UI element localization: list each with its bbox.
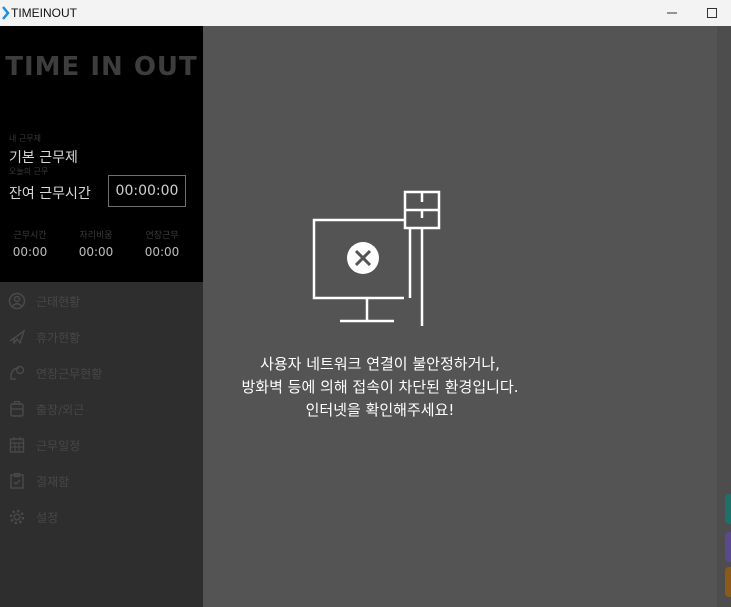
error-line-1: 사용자 네트워크 연결이 불안정하거나, bbox=[260, 355, 500, 373]
sidebar-status-panel: TIME IN OUT 내 근무제 기본 근무제 오늘의 근무 잔여 근무시간 … bbox=[0, 26, 203, 282]
stat-value-away: 00:00 bbox=[78, 245, 114, 259]
maximize-button[interactable] bbox=[692, 0, 731, 26]
side-tab-teal[interactable] bbox=[725, 494, 731, 524]
error-line-2: 방화벽 등에 의해 접속이 차단된 환경입니다. bbox=[241, 378, 519, 396]
minimize-icon bbox=[667, 12, 677, 14]
app-icon bbox=[2, 6, 10, 20]
stat-label-work-time: 근무시간 bbox=[13, 231, 47, 241]
suitcase-icon bbox=[8, 400, 26, 418]
today-work-label: 오늘의 근무 bbox=[9, 167, 49, 176]
work-schedule-value: 기본 근무제 bbox=[9, 150, 78, 166]
menu-item-vacation[interactable]: 휴가현황 bbox=[0, 323, 203, 351]
side-tab-purple[interactable] bbox=[725, 532, 731, 562]
error-line-3: 인터넷을 확인해주세요! bbox=[305, 401, 455, 419]
menu-item-business-trip[interactable]: 출장/외근 bbox=[0, 395, 203, 423]
stat-value-overtime: 00:00 bbox=[144, 245, 180, 259]
gear-icon bbox=[8, 508, 26, 526]
remaining-time-label: 잔여 근무시간 bbox=[9, 186, 91, 202]
menu-item-attendance[interactable]: 근태현황 bbox=[0, 287, 203, 315]
work-schedule-label: 내 근무제 bbox=[9, 134, 41, 143]
network-error-message: 사용자 네트워크 연결이 불안정하거나, 방화벽 등에 의해 접속이 차단된 환… bbox=[175, 353, 585, 422]
airplane-icon bbox=[8, 328, 26, 346]
menu-label-business-trip: 출장/외근 bbox=[36, 402, 85, 417]
calendar-icon bbox=[8, 436, 26, 454]
menu-label-overtime: 연장근무현황 bbox=[36, 366, 103, 381]
maximize-icon bbox=[707, 8, 717, 18]
title-bar: TIMEINOUT bbox=[0, 0, 731, 26]
menu-item-overtime[interactable]: 연장근무현황 bbox=[0, 359, 203, 387]
error-x-icon bbox=[347, 242, 379, 274]
stat-label-overtime: 연장근무 bbox=[145, 231, 179, 241]
overtime-icon bbox=[8, 364, 26, 382]
side-tab-orange[interactable] bbox=[725, 567, 731, 597]
minimize-button[interactable] bbox=[652, 0, 692, 26]
clipboard-icon bbox=[8, 472, 26, 490]
user-circle-icon bbox=[8, 292, 26, 310]
remaining-time-display: 00:00:00 bbox=[108, 175, 186, 207]
menu-item-approval[interactable]: 결재함 bbox=[0, 467, 203, 495]
main-content bbox=[203, 26, 717, 607]
menu-label-vacation: 휴가현황 bbox=[36, 330, 81, 345]
menu-item-schedule[interactable]: 근무일정 bbox=[0, 431, 203, 459]
app-logo: TIME IN OUT bbox=[5, 52, 198, 82]
menu-item-settings[interactable]: 설정 bbox=[0, 503, 203, 531]
window-title: TIMEINOUT bbox=[11, 6, 77, 20]
menu-label-attendance: 근태현황 bbox=[36, 294, 81, 309]
sidebar: TIME IN OUT 내 근무제 기본 근무제 오늘의 근무 잔여 근무시간 … bbox=[0, 26, 203, 607]
menu-label-schedule: 근무일정 bbox=[36, 438, 81, 453]
stat-value-work-time: 00:00 bbox=[12, 245, 48, 259]
stat-label-away: 자리비움 bbox=[79, 231, 113, 241]
menu-label-settings: 설정 bbox=[36, 510, 59, 525]
network-error-illustration bbox=[312, 190, 441, 326]
menu-label-approval: 결재함 bbox=[36, 474, 70, 489]
